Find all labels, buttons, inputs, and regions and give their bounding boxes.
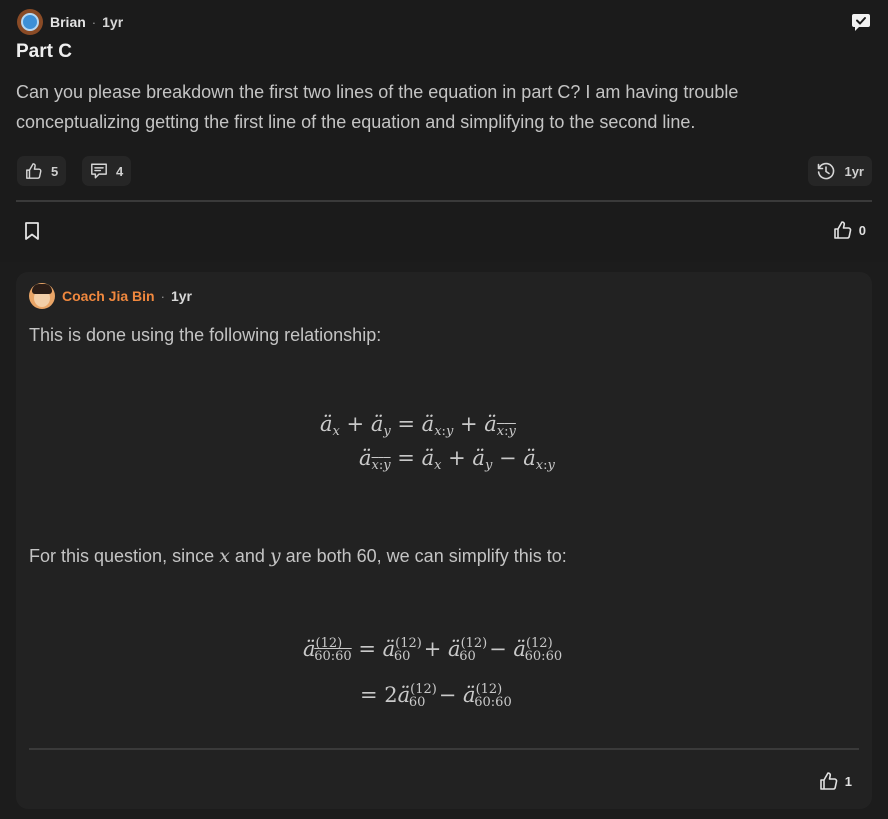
reply-card: Coach Jia Bin · 1yr This is done using t…: [16, 272, 872, 809]
reply-followup: For this question, since x and y are bot…: [29, 545, 567, 567]
history-button[interactable]: 1yr: [808, 156, 872, 186]
question-post: Brian · 1yr Part C Can you please breakd…: [0, 0, 888, 262]
thumbs-up-icon: [833, 221, 852, 239]
reply-divider: [29, 748, 859, 750]
separator-dot: ·: [91, 14, 97, 30]
post-divider: [16, 200, 872, 202]
reply-author-name[interactable]: Coach Jia Bin: [62, 288, 155, 304]
followup-text-and: and: [229, 546, 270, 566]
equation-line-4: = 2ä(12)60 − ä(12)60:60: [360, 682, 512, 710]
avatar[interactable]: [17, 9, 43, 35]
flag-chat-icon[interactable]: [851, 12, 871, 32]
post-author-row: Brian · 1yr: [17, 9, 123, 35]
variable-x: x: [219, 545, 230, 567]
post-vote-count: 0: [858, 222, 866, 238]
reply-vote-count: 1: [844, 773, 852, 789]
reply-time: 1yr: [170, 288, 192, 304]
followup-text-end: are both 60, we can simplify this to:: [280, 546, 567, 566]
like-button[interactable]: 5: [17, 156, 67, 186]
reply-upvote-button[interactable]: 1: [819, 771, 852, 791]
post-title: Part C: [16, 41, 72, 62]
followup-text-start: For this question, since: [29, 546, 220, 566]
reply-author-row: Coach Jia Bin · 1yr: [29, 283, 192, 309]
equation-line-1: äx + äy = äx:y + äx:y: [320, 412, 516, 439]
thumbs-up-icon: [26, 163, 42, 179]
avatar[interactable]: [29, 283, 55, 309]
like-count: 5: [51, 163, 59, 179]
history-clock-icon: [818, 162, 835, 180]
comments-button[interactable]: 4: [82, 156, 132, 186]
comment-count: 4: [116, 163, 124, 179]
post-body: Can you please breakdown the first two l…: [16, 82, 739, 132]
post-upvote-button[interactable]: 0: [833, 220, 866, 240]
post-author-name[interactable]: Brian: [50, 14, 86, 30]
comment-icon: [91, 163, 107, 179]
equation-line-2: äx:y = äx + äy − äx:y: [359, 446, 555, 473]
reply-intro: This is done using the following relatio…: [29, 325, 382, 345]
bookmark-icon[interactable]: [23, 221, 41, 241]
separator-dot: ·: [160, 288, 165, 304]
thumbs-up-icon: [819, 772, 838, 790]
variable-y: y: [269, 545, 281, 567]
history-time: 1yr: [844, 163, 864, 179]
post-time: 1yr: [102, 14, 124, 30]
equation-line-3: ä(12)60:60 = ä(12)60 + ä(12)60 − ä(12)60…: [303, 636, 563, 664]
